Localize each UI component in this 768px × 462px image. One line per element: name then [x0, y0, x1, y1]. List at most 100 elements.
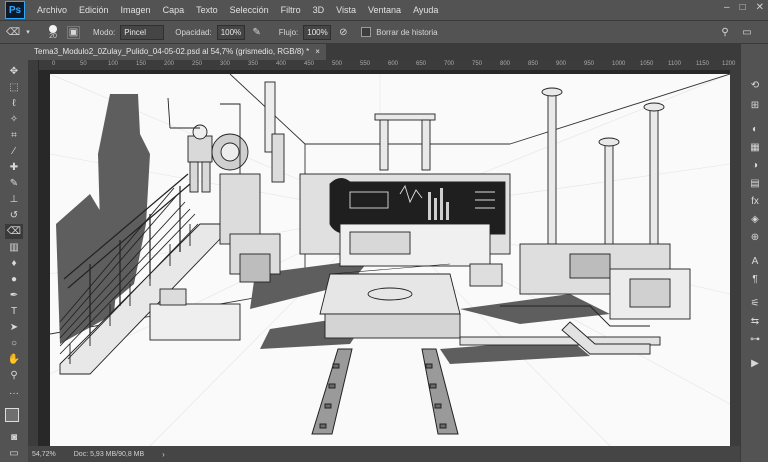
ruler-tick: 1150 [696, 61, 709, 67]
menu-ventana[interactable]: Ventana [362, 5, 407, 15]
document-tab[interactable]: Tema3_Modulo2_0Zulay_Pulido_04-05-02.psd… [28, 44, 326, 60]
factory-illustration [50, 74, 730, 446]
status-bar: 54,72% Doc: 5,93 MB/90,8 MB › [28, 446, 740, 462]
blur-tool-icon[interactable]: ♦ [5, 256, 23, 271]
healing-tool-icon[interactable]: ✚ [5, 160, 23, 175]
history-label: Borrar de historia [376, 27, 438, 37]
ruler-tick: 300 [220, 61, 231, 67]
eraser-tool-icon[interactable]: ⌫ [5, 224, 23, 239]
opacity-label: Opacidad: [175, 27, 212, 37]
menu-archivo[interactable]: Archivo [31, 5, 73, 15]
mode-select[interactable]: Pincel [120, 24, 165, 40]
character-panel-icon[interactable]: A [747, 254, 763, 268]
close-icon[interactable]: ✕ [756, 2, 764, 13]
menu-seleccion[interactable]: Selección [224, 5, 275, 15]
swatches-panel-icon[interactable]: ▦ [747, 140, 763, 154]
airbrush-icon[interactable]: ⊘ [336, 25, 350, 39]
marquee-tool-icon[interactable]: ⬚ [5, 80, 23, 95]
color-panel-icon[interactable]: ◐ [747, 122, 763, 136]
window-controls: – □ ✕ [724, 2, 764, 13]
screen-mode-icon[interactable]: ▭ [5, 446, 23, 461]
zoom-level[interactable]: 54,72% [32, 451, 56, 458]
ruler-tick: 0 [52, 61, 56, 67]
panel-dock: ⟲ ⊞ ◐ ▦ ◑ ▤ fx ◈ ⊕ A ¶ ⚟ ⇆ ⊶ ▶ [740, 44, 768, 462]
ruler-tick: 100 [108, 61, 119, 67]
pen-tool-icon[interactable]: ✒ [5, 288, 23, 303]
gradient-tool-icon[interactable]: ▥ [5, 240, 23, 255]
shape-tool-icon[interactable]: ○ [5, 336, 23, 351]
layers-panel-icon[interactable]: ◈ [747, 212, 763, 226]
path-select-tool-icon[interactable]: ➤ [5, 320, 23, 335]
ruler-tick: 350 [248, 61, 259, 67]
document-size: Doc: 5,93 MB/90,8 MB [73, 450, 145, 458]
styles-panel-icon[interactable]: fx [747, 194, 763, 208]
tool-presets-icon[interactable]: ⊶ [747, 332, 763, 346]
ruler-tick: 1000 [612, 61, 626, 67]
menu-texto[interactable]: Texto [190, 5, 224, 15]
history-panel-icon[interactable]: ⟲ [747, 78, 763, 92]
brush-size-picker[interactable]: 20 [44, 24, 62, 40]
ruler-tick: 850 [528, 61, 539, 67]
lasso-tool-icon[interactable]: ℓ [5, 96, 23, 111]
libraries-panel-icon[interactable]: ▤ [747, 176, 763, 190]
eraser-preset-icon[interactable]: ⌫ [6, 25, 20, 39]
menu-3d[interactable]: 3D [307, 5, 331, 15]
menu-ayuda[interactable]: Ayuda [407, 5, 444, 15]
foreground-color-swatch[interactable] [5, 408, 19, 422]
workspace-icon[interactable]: ▭ [740, 25, 754, 39]
mode-label: Modo: [93, 27, 116, 37]
menu-imagen[interactable]: Imagen [115, 5, 157, 15]
flow-field[interactable]: 100% [303, 24, 332, 40]
close-tab-icon[interactable]: × [315, 44, 320, 60]
history-brush-tool-icon[interactable]: ↺ [5, 208, 23, 223]
adjustments-panel-icon[interactable]: ◑ [747, 158, 763, 172]
menu-filtro[interactable]: Filtro [275, 5, 307, 15]
channels-panel-icon[interactable]: ⊕ [747, 230, 763, 244]
ruler-tick: 450 [304, 61, 315, 67]
vertical-scrollbar[interactable] [730, 70, 740, 446]
move-tool-icon[interactable]: ✥ [5, 64, 23, 79]
clone-source-icon[interactable]: ⇆ [747, 314, 763, 328]
document-canvas[interactable] [50, 74, 730, 446]
dodge-tool-icon[interactable]: ● [5, 272, 23, 287]
hand-tool-icon[interactable]: ✋ [5, 352, 23, 367]
opacity-pressure-icon[interactable]: ✎ [250, 25, 264, 39]
magic-wand-tool-icon[interactable]: ✧ [5, 112, 23, 127]
opacity-field[interactable]: 100% [216, 24, 245, 40]
ruler-tick: 600 [388, 61, 399, 67]
menu-edicion[interactable]: Edición [73, 5, 115, 15]
ruler-tick: 150 [136, 61, 147, 67]
maximize-icon[interactable]: □ [740, 2, 746, 13]
canvas-area[interactable] [38, 70, 740, 446]
brush-size-value: 20 [49, 32, 57, 40]
ruler-tick: 1200 [722, 61, 736, 67]
brush-settings-icon[interactable]: ⚟ [747, 296, 763, 310]
ruler-tick: 650 [416, 61, 427, 67]
ruler-tick: 750 [472, 61, 483, 67]
center-table [319, 263, 461, 339]
chevron-down-icon[interactable]: ▾ [25, 25, 31, 39]
document-tab-title: Tema3_Modulo2_0Zulay_Pulido_04-05-02.psd… [34, 47, 310, 56]
zoom-tool-icon[interactable]: ⚲ [5, 368, 23, 383]
properties-panel-icon[interactable]: ⊞ [747, 98, 763, 112]
search-icon[interactable]: ⚲ [718, 25, 732, 39]
play-button-icon[interactable]: ▶ [747, 356, 763, 370]
menu-capa[interactable]: Capa [157, 5, 191, 15]
chevron-right-icon[interactable]: › [162, 450, 165, 459]
menu-vista[interactable]: Vista [330, 5, 362, 15]
brush-tool-icon[interactable]: ✎ [5, 176, 23, 191]
options-bar: ⌫ ▾ 20 ▣ Modo: Pincel Opacidad: 100% ✎ F… [0, 21, 768, 44]
document-tab-bar: Tema3_Modulo2_0Zulay_Pulido_04-05-02.psd… [28, 44, 740, 60]
brush-panel-icon[interactable]: ▣ [67, 25, 80, 39]
quick-mask-icon[interactable]: ◙ [5, 430, 23, 445]
minimize-icon[interactable]: – [724, 2, 730, 13]
crop-tool-icon[interactable]: ⌗ [5, 128, 23, 143]
paragraph-panel-icon[interactable]: ¶ [747, 272, 763, 286]
ruler-tick: 250 [192, 61, 203, 67]
more-tools-icon[interactable]: ··· [5, 386, 23, 401]
eyedropper-tool-icon[interactable]: ⁄ [5, 144, 23, 159]
history-checkbox[interactable] [361, 27, 372, 37]
stamp-tool-icon[interactable]: ⊥ [5, 192, 23, 207]
type-tool-icon[interactable]: T [5, 304, 23, 319]
ruler-tick: 50 [80, 61, 87, 67]
